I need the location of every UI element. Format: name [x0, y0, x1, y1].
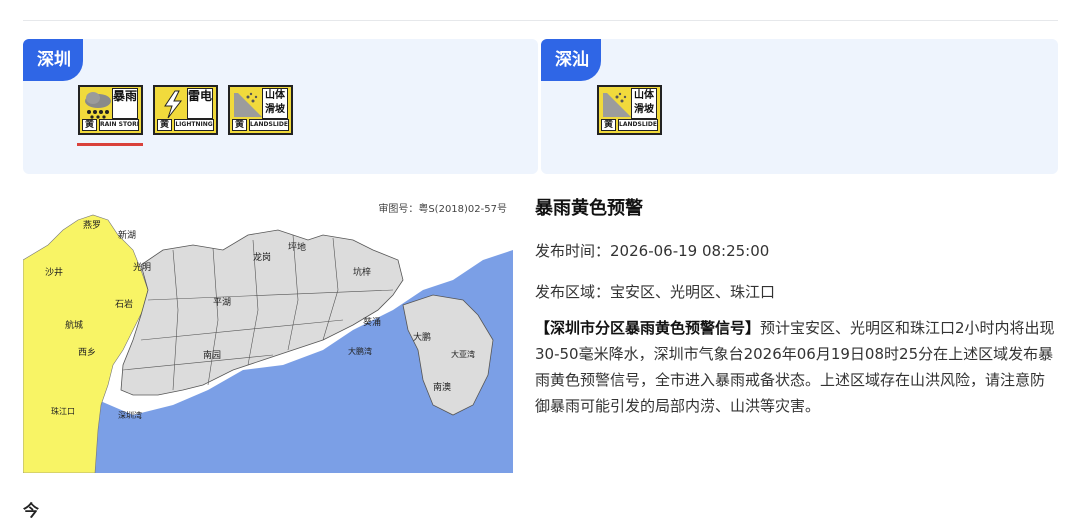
warning-level: 黄 [157, 119, 173, 131]
warning-rainstorm-yellow[interactable]: 暴雨 黄 RAIN STORM [78, 85, 143, 135]
map-graphic: 燕罗 新湖 沙井 光明 石岩 航城 西乡 珠江口 深圳湾 坪地 龙岗 坑梓 平湖… [23, 214, 513, 473]
map-label: 南澳 [433, 381, 451, 393]
warning-body-heading: 【深圳市分区暴雨黄色预警信号】 [535, 319, 761, 337]
map-label: 南园 [203, 349, 221, 361]
warning-landslide-yellow[interactable]: 山体滑坡 黄 LANDSLIDE [597, 85, 662, 135]
publish-area-label: 发布区域： [535, 283, 611, 301]
warning-title: 雷电 [187, 88, 213, 119]
publish-area-value: 宝安区、光明区、珠江口 [610, 283, 776, 301]
top-divider [23, 20, 1058, 21]
map-label: 坑梓 [353, 266, 371, 278]
city-tag-shenzhen[interactable]: 深圳 [23, 39, 83, 81]
map-label: 大亚湾 [451, 349, 475, 359]
landslide-icon [601, 89, 633, 119]
warning-title: 暴雨 [112, 88, 138, 119]
map-label: 光明 [133, 261, 151, 273]
warning-detail-title: 暴雨黄色预警 [535, 198, 643, 219]
next-section-title-fragment: 今 [23, 501, 40, 520]
lightning-icon [157, 89, 189, 119]
map-label: 大鹏湾 [348, 346, 372, 356]
city-tag-shenshan[interactable]: 深汕 [541, 39, 601, 81]
warning-level: 黄 [601, 119, 617, 131]
rainstorm-icon [82, 89, 114, 119]
map-label: 航城 [65, 319, 83, 331]
warning-area-map: 燕罗 新湖 沙井 光明 石岩 航城 西乡 珠江口 深圳湾 坪地 龙岗 坑梓 平湖… [23, 190, 513, 473]
map-approval-number: 审图号：粤S(2018)02-57号 [378, 204, 507, 215]
publish-time-value: 2026-06-19 08:25:00 [610, 242, 770, 260]
publish-time-label: 发布时间： [535, 242, 611, 260]
map-label: 珠江口 [51, 406, 75, 416]
warning-body-text: 【深圳市分区暴雨黄色预警信号】预计宝安区、光明区和珠江口2小时内将出现30-50… [535, 315, 1058, 419]
warning-english: LANDSLIDE [249, 119, 289, 131]
map-label: 新湖 [118, 229, 136, 241]
warning-title: 山体滑坡 [262, 88, 288, 119]
landslide-icon [232, 89, 264, 119]
warning-level: 黄 [82, 119, 98, 131]
warning-landslide-yellow[interactable]: 山体滑坡 黄 LANDSLIDE [228, 85, 293, 135]
warning-panel-shenshan: 深汕 山体滑坡 黄 LANDSLIDE [541, 39, 1058, 174]
warning-detail: 暴雨黄色预警 发布时间：2026-06-19 08:25:00 发布区域：宝安区… [535, 190, 1058, 419]
warning-english: LANDSLIDE [618, 119, 658, 131]
publish-area-row: 发布区域：宝安区、光明区、珠江口 [535, 281, 1058, 302]
warning-panel-shenzhen: 深圳 暴雨 黄 RAIN STORM 雷电 黄 LIGHTNING 山体滑坡 黄… [23, 39, 538, 174]
map-label: 深圳湾 [118, 410, 142, 420]
map-label: 葵涌 [363, 316, 381, 328]
warning-english: RAIN STORM [99, 119, 139, 131]
selected-warning-underline [77, 143, 143, 146]
warning-lightning-yellow[interactable]: 雷电 黄 LIGHTNING [153, 85, 218, 135]
map-label: 平湖 [213, 297, 231, 308]
map-label: 石岩 [115, 298, 133, 310]
map-label: 燕罗 [83, 219, 101, 231]
map-label: 西乡 [78, 347, 96, 358]
warning-title: 山体滑坡 [631, 88, 657, 119]
warning-level: 黄 [232, 119, 248, 131]
publish-time-row: 发布时间：2026-06-19 08:25:00 [535, 240, 1058, 261]
map-label: 坪地 [288, 241, 306, 253]
map-label: 龙岗 [253, 251, 271, 263]
map-label: 大鹏 [413, 331, 431, 343]
map-label: 沙井 [45, 266, 63, 278]
warning-english: LIGHTNING [174, 119, 214, 131]
